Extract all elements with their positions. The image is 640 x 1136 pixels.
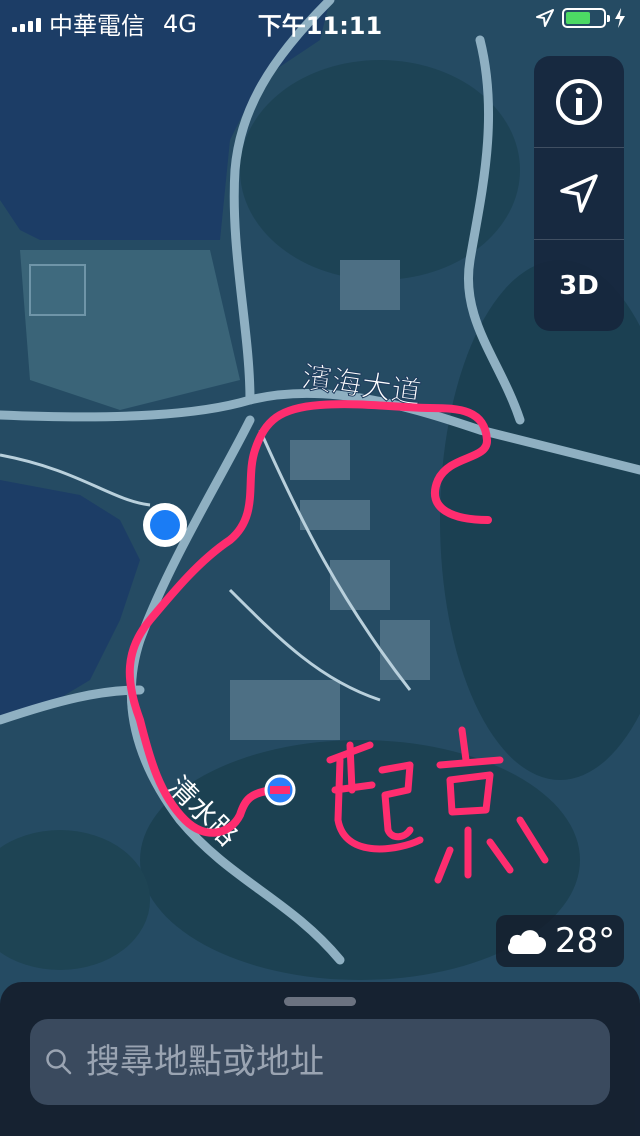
battery-icon [562,8,610,28]
3d-toggle-button[interactable]: 3D [534,239,624,331]
charging-icon [615,8,625,28]
location-services-icon [536,9,554,27]
status-bar: 中華電信 4G 下午11:11 [0,0,640,40]
bottom-sheet[interactable] [0,982,640,1136]
track-location-button[interactable] [534,147,624,239]
cloud-icon [507,930,546,954]
map-ponds [29,264,86,316]
poi-marker[interactable] [264,774,296,806]
info-button[interactable] [534,56,624,147]
search-icon [46,1049,72,1075]
search-bar[interactable] [30,1019,610,1105]
temperature: 28° [554,921,616,961]
map-forest [240,60,520,280]
location-arrow-icon [560,173,598,213]
sheet-grabber[interactable] [284,997,356,1006]
info-icon [556,78,602,125]
current-location-marker[interactable] [143,503,187,547]
map-controls: 3D [534,56,624,331]
weather-widget[interactable]: 28° [496,915,624,967]
search-input[interactable] [84,1041,610,1083]
